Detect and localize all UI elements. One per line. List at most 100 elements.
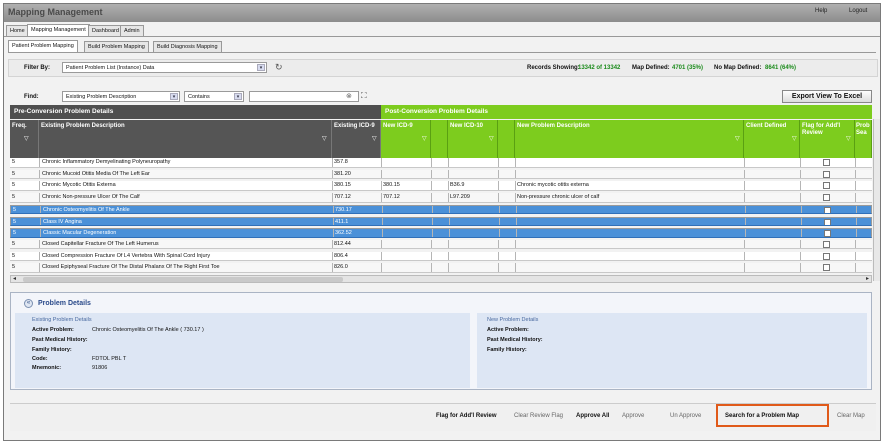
clear-icon[interactable]: ⊗ — [346, 92, 352, 100]
table-row[interactable]: 5 Closed Capitellar Fracture Of The Left … — [10, 239, 872, 250]
cell-divider — [431, 239, 432, 249]
flag-review-checkbox[interactable] — [823, 252, 830, 260]
cell-divider — [432, 217, 433, 226]
problem-details-title: Problem Details — [38, 300, 91, 307]
flag-review-checkbox[interactable] — [823, 264, 830, 272]
table-row[interactable]: 5 Chronic Non-pressure Ulcer Of The Calf 7… — [10, 193, 872, 203]
cell-divider — [431, 169, 432, 179]
flag-review-checkbox[interactable] — [823, 182, 830, 190]
binoculars-icon[interactable]: ⛶ — [361, 91, 367, 101]
filter-icon[interactable]: ▽ — [792, 135, 797, 142]
cell-divider — [40, 217, 41, 226]
table-hscrollbar[interactable]: ◂ ▸ — [10, 275, 872, 283]
filter-icon[interactable]: ▽ — [846, 135, 851, 142]
col-prob-search[interactable]: Prob Sea — [855, 120, 872, 158]
existing-details-section — [15, 313, 470, 388]
clear-map-button[interactable]: Clear Map — [837, 413, 865, 419]
cell-divider — [382, 229, 383, 237]
flag-review-checkbox[interactable] — [823, 170, 830, 178]
table-row[interactable]: 5 Closed Epiphyseal Fracture Of The Dista… — [10, 263, 872, 273]
tab-admin[interactable]: Admin — [120, 25, 144, 36]
cell-divider — [499, 229, 500, 237]
collapse-icon[interactable]: « — [24, 299, 33, 308]
mnemonic-label: Mnemonic: — [32, 365, 62, 371]
cell-desc: Chronic Osteomyelitis Of The Ankle — [43, 206, 130, 213]
cell-divider — [449, 217, 450, 226]
flag-review-checkbox[interactable] — [824, 218, 831, 226]
cell-divider — [431, 158, 432, 167]
cell-desc: Chronic Mucoid Otitis Media Of The Left … — [42, 170, 150, 177]
cell-divider — [332, 263, 333, 272]
filter-icon[interactable]: ▽ — [489, 135, 494, 142]
col-existing-desc[interactable]: Existing Problem Description — [39, 120, 332, 158]
filter-icon[interactable]: ▽ — [372, 135, 377, 142]
cell-divider — [800, 181, 801, 190]
subtab-build-diagnosis-mapping[interactable]: Build Diagnosis Mapping — [153, 41, 222, 52]
chevron-down-icon: ▾ — [170, 93, 178, 100]
scroll-right-icon[interactable]: ▸ — [866, 276, 869, 283]
find-input[interactable] — [249, 91, 359, 102]
cell-icd9: 362.52 — [335, 230, 352, 237]
new-details-section — [477, 313, 867, 388]
table-row[interactable]: 5 Chronic Mucoid Otitis Media Of The Left… — [10, 169, 872, 180]
find-field-select[interactable]: Existing Problem Description ▾ — [62, 91, 180, 102]
cell-divider — [515, 251, 516, 261]
logout-link[interactable]: Logout — [849, 8, 867, 14]
tab-divider — [4, 36, 880, 37]
cell-divider — [39, 169, 40, 179]
table-row[interactable]: 5 Closed Compression Fracture Of L4 Verte… — [10, 251, 872, 262]
cell-freq: 5 — [13, 206, 17, 213]
hscroll-thumb[interactable] — [23, 277, 343, 282]
help-link[interactable]: Help — [815, 8, 827, 14]
table-vscrollbar[interactable] — [873, 119, 880, 281]
tab-dashboard[interactable]: Dashboard — [88, 25, 123, 36]
cell-divider — [431, 251, 432, 261]
chevron-down-icon: ▾ — [257, 64, 265, 71]
col-new-desc[interactable]: New Problem Description — [515, 120, 744, 158]
cell-divider — [515, 263, 516, 272]
filter-select[interactable]: Patient Problem List (Instance) Data ▾ — [62, 62, 267, 73]
cell-divider — [39, 158, 40, 167]
unapprove-button[interactable]: Un Approve — [670, 413, 701, 419]
cell-divider — [381, 181, 382, 190]
filter-icon[interactable]: ▽ — [422, 135, 427, 142]
export-excel-button[interactable]: Export View To Excel — [782, 90, 872, 103]
table-row[interactable]: 5 Chronic Osteomyelitis Of The Ankle 730.1… — [10, 204, 872, 215]
cell-divider — [856, 205, 857, 214]
table-row[interactable]: 5 Class IV Angina 411.1 — [10, 216, 872, 226]
approve-button[interactable]: Approve — [622, 413, 644, 419]
clear-review-flag-button[interactable]: Clear Review Flag — [514, 413, 563, 419]
search-problem-map-button[interactable]: Search for a Problem Map — [725, 413, 799, 419]
scroll-left-icon[interactable]: ◂ — [13, 276, 16, 283]
cell-divider — [332, 181, 333, 190]
flag-review-button[interactable]: Flag for Add'l Review — [436, 413, 497, 419]
filter-icon[interactable]: ▽ — [24, 135, 29, 142]
subtab-patient-problem-mapping[interactable]: Patient Problem Mapping — [8, 40, 78, 52]
cell-icd9: 380.15 — [334, 182, 351, 189]
flag-review-checkbox[interactable] — [824, 206, 831, 214]
cell-divider — [515, 158, 516, 167]
table-row[interactable]: 5 Chronic Mycotic Otitis Externa 380.15 380… — [10, 181, 872, 191]
flag-review-checkbox[interactable] — [823, 159, 830, 166]
filter-icon[interactable]: ▽ — [322, 135, 327, 142]
subtab-build-problem-mapping[interactable]: Build Problem Mapping — [84, 41, 149, 52]
table-row[interactable]: 5 Chronic Inflammatory Demyelinating Poly… — [10, 158, 872, 168]
table-row[interactable]: 5 Classic Macular Degeneration 362.52 — [10, 228, 872, 238]
tab-mapping-management[interactable]: Mapping Management — [27, 24, 90, 36]
flag-review-checkbox[interactable] — [823, 240, 830, 248]
cell-divider — [333, 229, 334, 237]
cell-divider — [332, 193, 333, 202]
filter-icon[interactable]: ▽ — [735, 135, 740, 142]
flag-review-checkbox[interactable] — [823, 194, 830, 202]
cell-divider — [332, 169, 333, 179]
flag-review-checkbox[interactable] — [824, 230, 831, 237]
approve-all-button[interactable]: Approve All — [576, 413, 609, 419]
cell-divider — [498, 251, 499, 261]
cell-divider — [382, 217, 383, 226]
find-operator-select[interactable]: Contains ▾ — [184, 91, 244, 102]
cell-divider — [744, 263, 745, 272]
cell-divider — [449, 229, 450, 237]
tab-home[interactable]: Home — [6, 25, 29, 36]
refresh-icon[interactable]: ↻ — [275, 62, 283, 73]
cell-freq: 5 — [12, 170, 16, 177]
